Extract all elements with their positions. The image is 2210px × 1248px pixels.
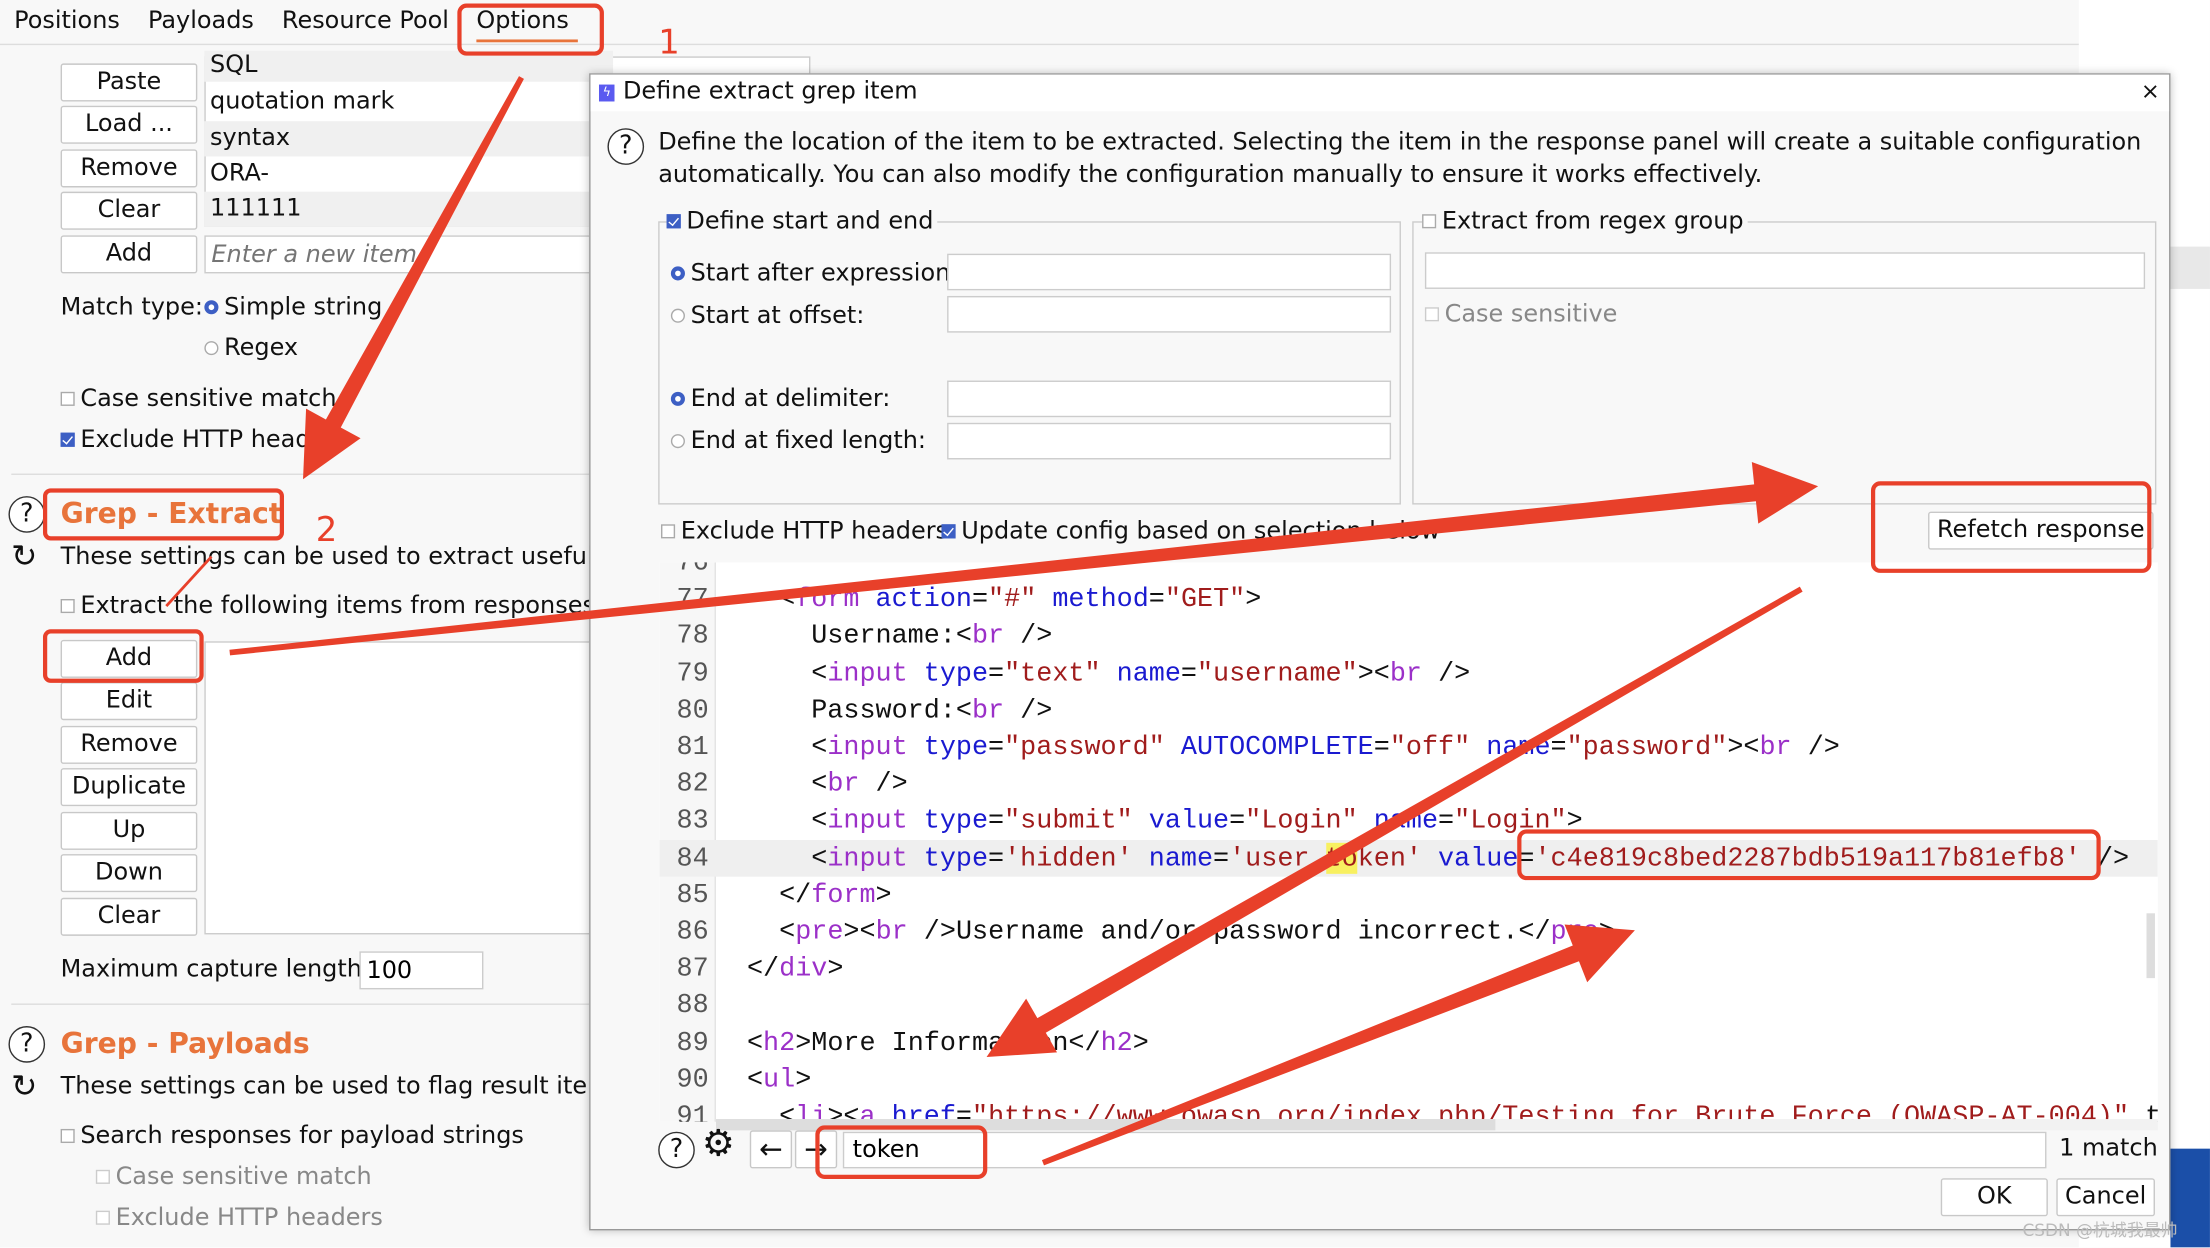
arrow-to-refetch	[229, 462, 1819, 656]
arrow-to-grep-extract	[303, 76, 524, 480]
annotation-step-1: 1	[658, 23, 680, 62]
annotation-box-refetch	[1870, 481, 2152, 573]
arrow-to-token-value	[986, 586, 1803, 1058]
annotation-box-options	[457, 3, 604, 56]
annotation-box-token-value	[1517, 829, 2101, 881]
annotation-layer: 1 2	[42, 3, 2152, 1179]
annotation-box-search	[815, 1125, 988, 1179]
annotation-box-grep-extract	[42, 488, 284, 541]
annotation-box-add	[42, 629, 204, 683]
annotation-line	[165, 555, 213, 607]
arrow-from-search	[1041, 924, 1635, 1166]
annotation-step-2: 2	[316, 510, 338, 549]
burp-intruder-options: Positions Payloads Resource Pool Options…	[0, 0, 2210, 1248]
